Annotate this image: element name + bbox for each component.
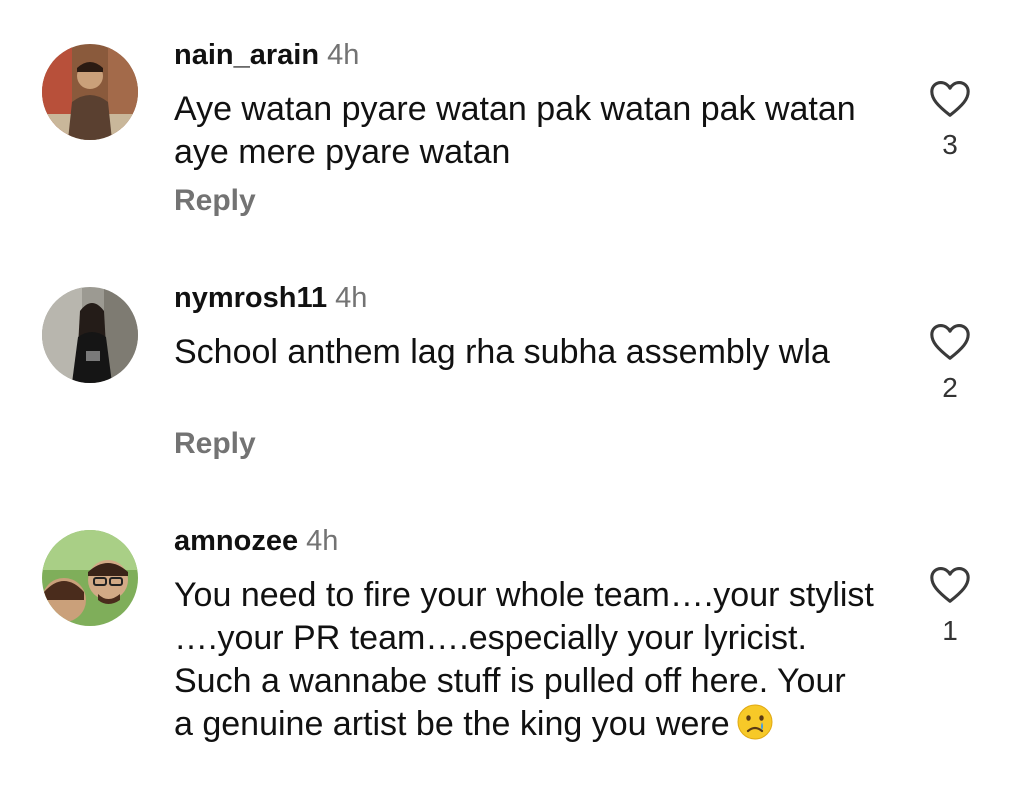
comment-text: You need to fire your whole team….your s… [174, 574, 874, 746]
crying-face-icon [737, 704, 773, 740]
heart-outline-icon[interactable] [928, 564, 972, 604]
like-count: 3 [942, 129, 958, 160]
timestamp: 4h [335, 282, 368, 314]
username[interactable]: amnozee [174, 525, 298, 557]
reply-button[interactable]: Reply [174, 184, 256, 218]
username[interactable]: nymrosh11 [174, 282, 327, 314]
reply-button[interactable]: Reply [174, 427, 256, 461]
like-button[interactable]: 1 [926, 564, 974, 648]
like-button[interactable]: 3 [926, 78, 974, 162]
comment-meta: nain_arain 4h [174, 36, 359, 74]
comment-meta: nymrosh11 4h [174, 279, 367, 317]
like-count: 2 [942, 372, 958, 403]
comment-text: Aye watan pyare watan pak watan pak wata… [174, 90, 856, 171]
heart-outline-icon[interactable] [928, 321, 972, 361]
username[interactable]: nain_arain [174, 39, 319, 71]
avatar[interactable] [42, 530, 138, 626]
avatar[interactable] [42, 287, 138, 383]
comment-meta: amnozee 4h [174, 522, 338, 560]
heart-outline-icon[interactable] [928, 78, 972, 118]
like-count: 1 [942, 615, 958, 646]
avatar[interactable] [42, 44, 138, 140]
like-button[interactable]: 2 [926, 321, 974, 405]
comment-text: School anthem lag rha subha assembly wla [174, 333, 830, 371]
timestamp: 4h [327, 39, 360, 71]
timestamp: 4h [306, 525, 339, 557]
